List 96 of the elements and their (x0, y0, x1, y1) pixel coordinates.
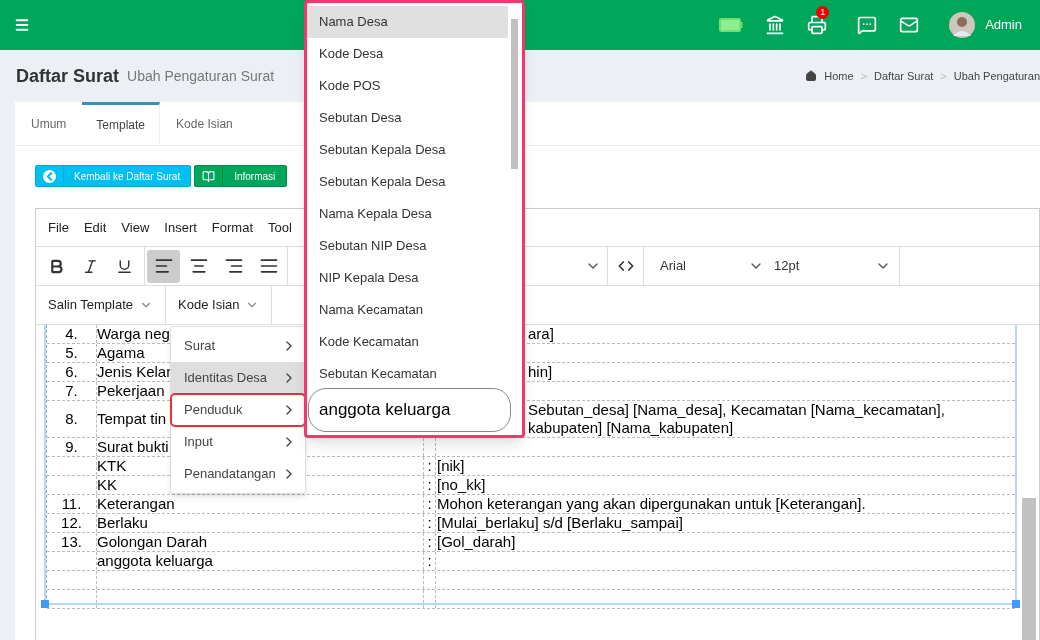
table-cell: anggota keluarga (97, 552, 213, 570)
dropdown-item[interactable]: Sebutan Kecamatan (307, 358, 508, 390)
chat-icon[interactable] (857, 15, 878, 35)
avatar[interactable] (949, 12, 976, 38)
submenu-item[interactable]: Penandatangan (171, 458, 305, 490)
dropdown-item[interactable]: Sebutan Kepala Desa (307, 134, 508, 166)
align-left-button[interactable] (147, 249, 180, 283)
notification-badge: 1 (816, 6, 830, 19)
submenu-item[interactable]: Input (171, 426, 305, 458)
submenu-item[interactable]: Identitas Desa (171, 362, 305, 394)
align-left-icon (153, 256, 174, 276)
dropdown-item[interactable]: Nama Desa (307, 6, 508, 38)
submenu-item[interactable]: Surat (171, 330, 305, 362)
align-right-icon (223, 256, 244, 276)
resize-handle[interactable] (1012, 600, 1020, 608)
breadcrumb-separator: > (860, 68, 867, 84)
table-cell-text: ara] (528, 325, 555, 343)
size-select[interactable]: 12pt (770, 247, 900, 285)
font-select[interactable]: Arial (644, 247, 770, 285)
dropdown-menu-button[interactable]: Kode Isian (166, 286, 273, 324)
breadcrumb-separator: > (940, 68, 947, 84)
separator-colon: : (427, 495, 432, 513)
mail-icon[interactable] (899, 15, 920, 35)
code-icon (617, 258, 634, 274)
row-number: 13. (61, 533, 82, 551)
separator-colon: : (427, 476, 432, 494)
dropdown-scrollbar-thumb[interactable] (511, 19, 518, 169)
battery-icon[interactable] (719, 18, 744, 32)
separator-colon: : (427, 533, 432, 551)
bank-icon[interactable] (765, 15, 786, 35)
breadcrumb-link[interactable]: Home (824, 67, 854, 85)
book-icon (202, 169, 216, 183)
table-cell-text: [no_kk] (437, 476, 487, 494)
table-cell-text: hin] (528, 363, 554, 381)
resize-handle[interactable] (41, 600, 49, 608)
tab[interactable]: Kode Isian (160, 102, 249, 145)
dropdown-item[interactable]: Kode POS (307, 70, 508, 102)
align-justify-icon (258, 256, 279, 276)
table-cell: Jenis Kelar (97, 363, 172, 381)
dropdown-item[interactable]: NIP Kepala Desa (307, 262, 508, 294)
page-subtitle: Ubah Pengaturan Surat (127, 66, 275, 86)
row-number: 11. (61, 495, 82, 513)
submenu-item[interactable]: Penduduk (171, 394, 305, 426)
dropdown-item[interactable]: Sebutan NIP Desa (307, 230, 508, 262)
menu-item[interactable]: Tool (268, 217, 292, 238)
table-cell: KK (97, 476, 117, 494)
table-cell-text: [Mulai_berlaku] s/d [Berlaku_sampai] (437, 514, 684, 532)
breadcrumb-link[interactable]: Ubah Pengaturan (953, 67, 1040, 85)
row-number: 7. (65, 382, 78, 400)
dropdown-item[interactable]: Sebutan Kepala Desa (307, 166, 508, 198)
table-cell: Berlaku (97, 514, 148, 532)
row-number: 8. (65, 410, 78, 428)
table-cell-text: kabupaten] [Nama_kabupaten] (528, 419, 735, 437)
table-cell: Pekerjaan (97, 382, 165, 400)
separator-colon: : (427, 457, 432, 475)
underline-icon (115, 257, 133, 275)
table-cell: Keterangan (97, 495, 175, 513)
page-title: Daftar Surat (16, 64, 120, 88)
dropdown-menu-button[interactable]: Salin Template (36, 286, 167, 324)
table-cell: Agama (97, 344, 145, 362)
row-number: 4. (65, 325, 78, 343)
breadcrumb-link[interactable]: Daftar Surat (874, 67, 934, 85)
table-cell: Warga neg (97, 325, 170, 343)
dropdown-item[interactable]: Sebutan Desa (307, 102, 508, 134)
menu-item[interactable]: File (48, 217, 69, 238)
menu-item[interactable]: Insert (164, 217, 197, 238)
row-number: 12. (61, 514, 82, 532)
dropdown-item[interactable]: Kode Kecamatan (307, 326, 508, 358)
search-field[interactable]: anggota keluarga (308, 388, 511, 432)
row-number: 6. (65, 363, 78, 381)
menu-item[interactable]: Edit (83, 217, 107, 238)
separator-colon: : (427, 552, 432, 570)
back-arrow-icon (43, 169, 56, 183)
tab[interactable]: Template (82, 102, 161, 145)
table-cell: KTK (97, 457, 127, 475)
table-cell-text: [Gol_darah] (437, 533, 517, 551)
table-cell-text: Mohon keterangan yang akan dipergunakan untuk [Keterangan]. (437, 495, 867, 513)
align-center-icon (188, 256, 209, 276)
dropdown-item[interactable]: Nama Kepala Desa (307, 198, 508, 230)
table-cell: Surat bukti (97, 438, 169, 456)
row-number: 9. (65, 438, 78, 456)
scrollbar-thumb[interactable] (1022, 498, 1036, 640)
dropdown-item[interactable]: Nama Kecamatan (307, 294, 508, 326)
row-number: 5. (65, 344, 78, 362)
menu-item[interactable]: View (121, 217, 150, 238)
table-cell: Tempat tin (97, 410, 167, 428)
home-icon (805, 70, 818, 82)
menu-item[interactable]: Format (211, 217, 253, 238)
table-cell-text: [nik] (437, 457, 466, 475)
table-cell: Golongan Darah (97, 533, 208, 551)
dropdown-item[interactable]: Kode Desa (307, 38, 508, 70)
table-cell-text: Sebutan_desa] [Nama_desa], Kecamatan [Nama_kecamatan], (528, 401, 946, 419)
tab[interactable]: Umum (15, 102, 83, 145)
menu-icon[interactable] (14, 17, 30, 33)
separator-colon: : (427, 514, 432, 532)
printer-icon[interactable] (807, 15, 828, 35)
